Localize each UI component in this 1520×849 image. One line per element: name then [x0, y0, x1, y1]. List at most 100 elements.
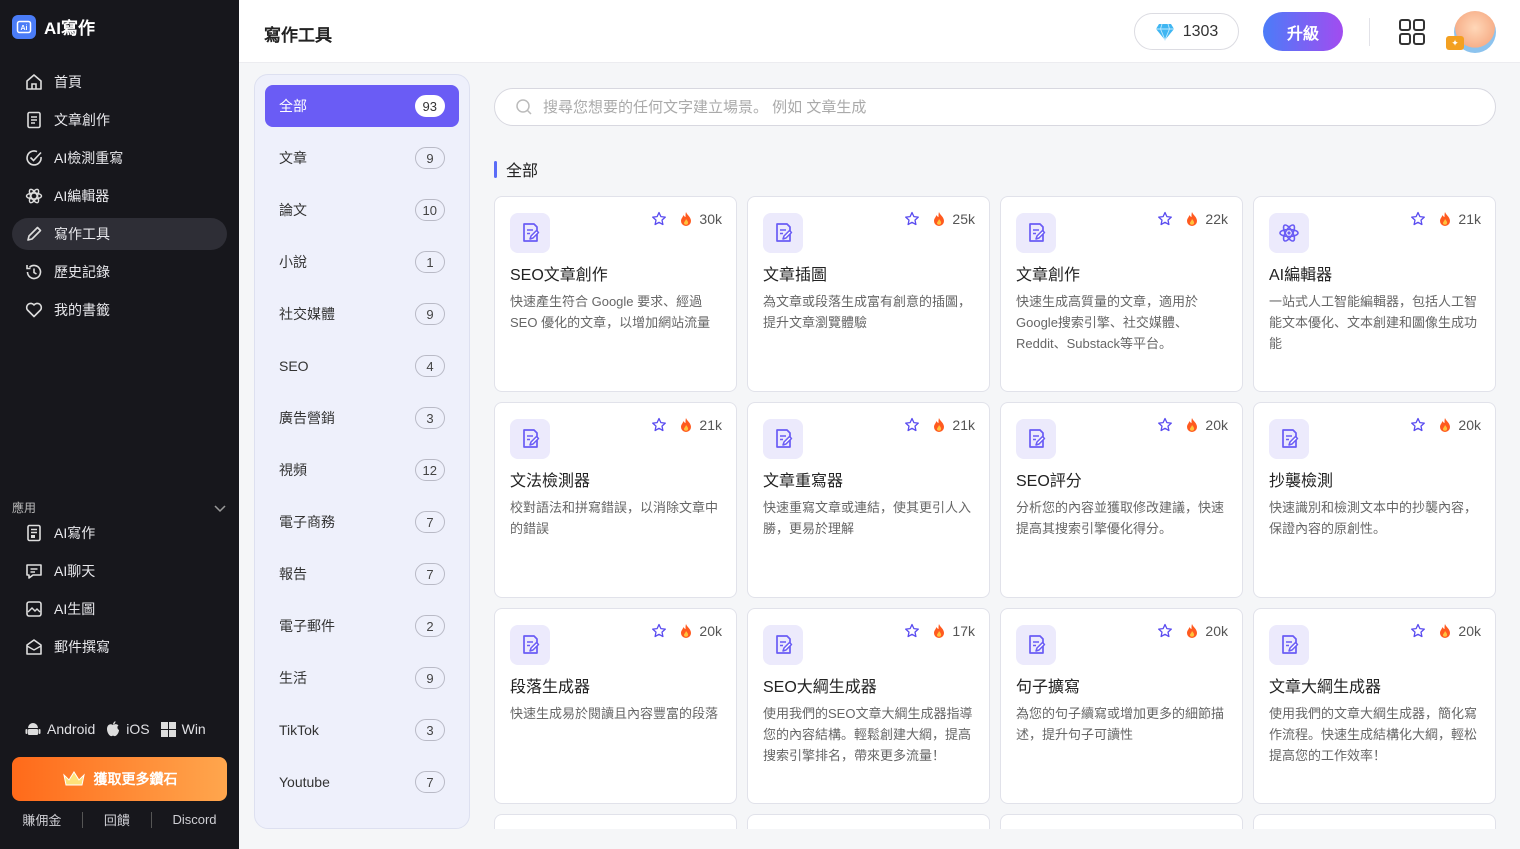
doc-app-icon	[27, 524, 41, 542]
sidebar-item-ai-detect[interactable]: AI檢測重寫	[12, 142, 227, 174]
tool-card[interactable]: 25k 文章插圖 為文章或段落生成富有創意的插圖，提升文章瀏覽體驗	[747, 196, 990, 392]
category-label: TikTok	[279, 722, 319, 738]
ai-logo-icon: Ai	[12, 14, 36, 39]
tool-card[interactable]: 20k 段落生成器 快速生成易於閱讀且內容豐富的段落	[494, 608, 737, 804]
star-icon[interactable]	[1157, 417, 1173, 433]
platform-windows[interactable]: Win	[160, 721, 206, 738]
category-report[interactable]: 報告 7	[265, 553, 459, 595]
edit-doc-icon	[1016, 625, 1056, 665]
tool-card[interactable]: 21k 文章重寫器 快速重寫文章或連結，使其更引人入勝，更易於理解	[747, 402, 990, 598]
sidebar-app-mail[interactable]: 郵件撰寫	[12, 631, 227, 663]
category-essay[interactable]: 論文 10	[265, 189, 459, 231]
category-count: 1	[415, 251, 445, 273]
platform-ios[interactable]: iOS	[105, 720, 150, 738]
sidebar-app-ai-writing[interactable]: AI寫作	[12, 517, 227, 549]
star-icon[interactable]	[1410, 211, 1426, 227]
apps-section-header[interactable]: 應用	[12, 499, 227, 516]
category-life[interactable]: 生活 9	[265, 657, 459, 699]
sidebar-item-home[interactable]: 首頁	[12, 66, 227, 98]
sidebar-item-writing-tools[interactable]: 寫作工具	[12, 218, 227, 250]
platform-downloads: Android iOS Win	[24, 720, 210, 738]
tool-card[interactable]	[747, 814, 990, 829]
tool-description: 快速生成高質量的文章，適用於Google搜索引擎、社交媒體、Reddit、Sub…	[1016, 294, 1199, 351]
tool-card[interactable]	[1000, 814, 1243, 829]
tool-card[interactable]	[494, 814, 737, 829]
category-social-media[interactable]: 社交媒體 9	[265, 293, 459, 335]
tool-description: 分析您的內容並獲取修改建議，快速提高其搜索引擎優化得分。	[1016, 500, 1225, 536]
tool-card[interactable]: 20k 文章大綱生成器 使用我們的文章大綱生成器，簡化寫作流程。快速生成結構化大綱，…	[1253, 608, 1496, 804]
sidebar-item-label: AI檢測重寫	[54, 150, 124, 166]
star-icon[interactable]	[904, 623, 920, 639]
sidebar-app-ai-image[interactable]: AI生圖	[12, 593, 227, 625]
star-icon[interactable]	[1157, 623, 1173, 639]
category-novel[interactable]: 小說 1	[265, 241, 459, 283]
sidebar-item-article[interactable]: 文章創作	[12, 104, 227, 136]
get-more-diamonds-button[interactable]: 獲取更多鑽石	[12, 757, 227, 801]
tool-card[interactable]: 20k 抄襲檢測 快速識別和檢測文本中的抄襲內容，保證內容的原創性。	[1253, 402, 1496, 598]
search-input[interactable]	[543, 98, 1443, 116]
tool-title: 文章重寫器	[763, 473, 844, 490]
tool-title: 文法檢測器	[510, 473, 591, 490]
star-icon[interactable]	[1410, 417, 1426, 433]
sidebar-item-label: 我的書籤	[54, 302, 110, 318]
sidebar-item-history[interactable]: 歷史記錄	[12, 256, 227, 288]
star-icon[interactable]	[1410, 623, 1426, 639]
category-all[interactable]: 全部 93	[265, 85, 459, 127]
tool-card[interactable]	[1253, 814, 1496, 829]
category-tiktok[interactable]: TikTok 3	[265, 709, 459, 751]
star-icon[interactable]	[651, 623, 667, 639]
tool-meta: 30k	[651, 211, 722, 227]
apps-list: AI寫作 AI聊天 AI生圖 郵件撰寫	[12, 517, 227, 669]
image-icon	[26, 601, 42, 617]
diamond-balance[interactable]: 1303	[1134, 13, 1239, 50]
tool-views: 20k	[1205, 623, 1228, 639]
sidebar-app-ai-chat[interactable]: AI聊天	[12, 555, 227, 587]
star-icon[interactable]	[651, 211, 667, 227]
page-title: 寫作工具	[264, 26, 332, 45]
tool-meta: 21k	[1410, 211, 1481, 227]
tool-card[interactable]: 20k 句子擴寫 為您的句子續寫或增加更多的細節描述，提升句子可讀性	[1000, 608, 1243, 804]
sidebar-item-label: 郵件撰寫	[54, 639, 110, 655]
tool-card[interactable]: 17k SEO大綱生成器 使用我們的SEO文章大綱生成器指導您的內容結構。輕鬆創建大…	[747, 608, 990, 804]
fire-icon	[932, 417, 946, 433]
platform-label: Android	[47, 721, 96, 737]
tool-views: 17k	[952, 623, 975, 639]
upgrade-button[interactable]: 升級	[1263, 12, 1343, 51]
category-seo[interactable]: SEO 4	[265, 345, 459, 387]
app-logo[interactable]: Ai AI寫作	[12, 14, 95, 39]
footer-link-discord[interactable]: Discord	[172, 812, 216, 827]
edit-doc-icon	[763, 419, 803, 459]
category-article[interactable]: 文章 9	[265, 137, 459, 179]
star-icon[interactable]	[1157, 211, 1173, 227]
apps-grid-icon[interactable]	[1398, 18, 1426, 46]
category-youtube[interactable]: Youtube 7	[265, 761, 459, 803]
category-count: 9	[415, 303, 445, 325]
category-email[interactable]: 電子郵件 2	[265, 605, 459, 647]
tool-card[interactable]: 21k 文法檢測器 校對語法和拼寫錯誤，以消除文章中的錯誤	[494, 402, 737, 598]
star-icon[interactable]	[904, 417, 920, 433]
tool-card[interactable]: 22k 文章創作 快速生成高質量的文章，適用於Google搜索引擎、社交媒體、Red…	[1000, 196, 1243, 392]
footer-link-feedback[interactable]: 回饋	[104, 810, 130, 829]
category-label: 視頻	[279, 462, 307, 478]
category-count: 10	[414, 199, 445, 221]
star-icon[interactable]	[651, 417, 667, 433]
category-count: 2	[415, 615, 445, 637]
tool-views: 20k	[699, 623, 722, 639]
sidebar-item-ai-editor[interactable]: AI編輯器	[12, 180, 227, 212]
sidebar-item-label: 寫作工具	[54, 226, 110, 242]
tool-meta: 20k	[1410, 623, 1481, 639]
tool-card[interactable]: 21k AI編輯器 一站式人工智能編輯器，包括人工智能文本優化、文本創建和圖像生成功…	[1253, 196, 1496, 392]
apps-section-label: 應用	[12, 501, 37, 515]
footer-link-commission[interactable]: 賺佣金	[22, 810, 61, 829]
vip-badge-icon: ✦	[1446, 36, 1464, 50]
category-advertising[interactable]: 廣告營銷 3	[265, 397, 459, 439]
star-icon[interactable]	[904, 211, 920, 227]
fire-icon	[1185, 623, 1199, 639]
category-video[interactable]: 視頻 12	[265, 449, 459, 491]
tool-card[interactable]: 30k SEO文章創作 快速產生符合 Google 要求、經過 SEO 優化的文章，…	[494, 196, 737, 392]
category-ecommerce[interactable]: 電子商務 7	[265, 501, 459, 543]
sidebar-item-bookmarks[interactable]: 我的書籤	[12, 294, 227, 326]
tool-card[interactable]: 20k SEO評分 分析您的內容並獲取修改建議，快速提高其搜索引擎優化得分。	[1000, 402, 1243, 598]
platform-android[interactable]: Android	[24, 720, 95, 738]
tool-views: 20k	[1458, 417, 1481, 433]
